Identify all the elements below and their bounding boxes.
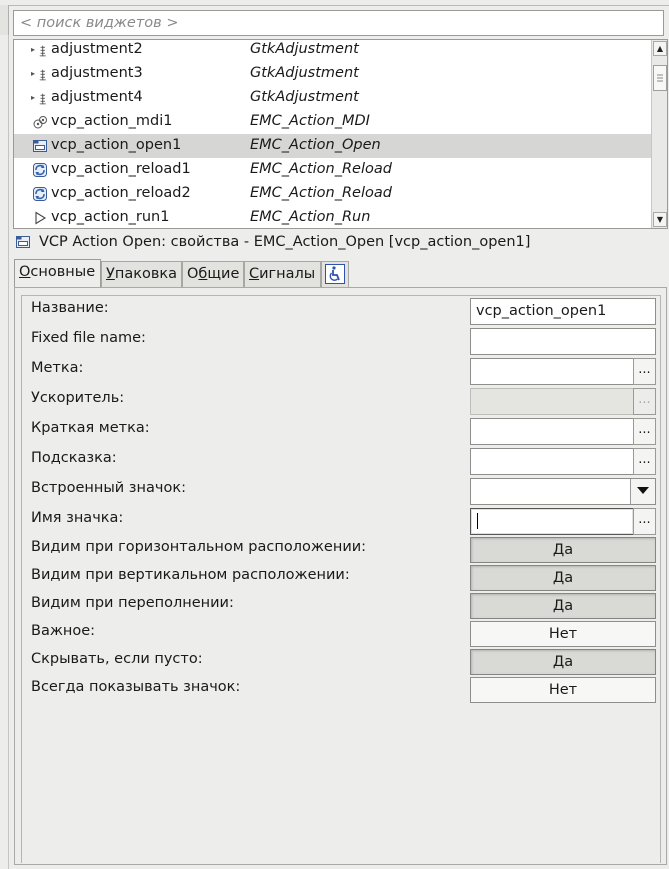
- property-input[interactable]: [470, 358, 634, 385]
- tree-row-type: EMC_Action_Run: [250, 209, 371, 225]
- stock-icon-combo[interactable]: [470, 478, 656, 505]
- property-toggle[interactable]: Да: [470, 565, 656, 591]
- property-input: [470, 388, 634, 415]
- property-input[interactable]: [470, 448, 634, 475]
- property-label: Ускоритель:: [31, 390, 125, 406]
- tree-row-name: adjustment3: [51, 65, 143, 81]
- tree-row-type: EMC_Action_Reload: [250, 185, 392, 201]
- property-label: Встроенный значок:: [31, 480, 186, 496]
- scroll-down-arrow-icon[interactable]: ▼: [653, 212, 667, 227]
- adjustment-icon: [36, 42, 48, 58]
- open-file-icon: [32, 138, 48, 154]
- expander-arrow-icon[interactable]: ▸: [31, 63, 35, 85]
- property-label: Метка:: [31, 360, 84, 376]
- properties-tab[interactable]: Сигналы: [244, 261, 321, 287]
- browse-button[interactable]: ...: [633, 358, 656, 385]
- tree-row-name: vcp_action_reload1: [51, 161, 191, 177]
- tree-row[interactable]: vcp_action_mdi1 EMC_Action_MDI: [14, 110, 652, 134]
- property-label: Видим при переполнении:: [31, 595, 234, 611]
- tab-accessibility[interactable]: [321, 261, 349, 287]
- properties-tab[interactable]: Общие: [182, 261, 244, 287]
- pane-divider[interactable]: [8, 35, 9, 869]
- property-label: Скрывать, если пусто:: [31, 651, 203, 667]
- tree-row[interactable]: vcp_action_reload2 EMC_Action_Reload: [14, 182, 652, 206]
- property-input[interactable]: [470, 328, 656, 355]
- tree-row-name: vcp_action_run1: [51, 209, 170, 225]
- tab-label-suffix: паковка: [114, 266, 178, 282]
- property-label: Имя значка:: [31, 510, 124, 526]
- chevron-down-icon: [637, 487, 649, 494]
- scrollbar-thumb[interactable]: [653, 65, 667, 91]
- expander-arrow-icon[interactable]: ▸: [31, 87, 35, 109]
- tab-mnemonic: О: [19, 264, 31, 280]
- scroll-up-arrow-icon[interactable]: ▲: [653, 41, 667, 56]
- reload-icon: [32, 162, 48, 178]
- tree-row-name: vcp_action_reload2: [51, 185, 191, 201]
- property-input[interactable]: [470, 418, 634, 445]
- tree-row-type: EMC_Action_Reload: [250, 161, 392, 177]
- property-label: Подсказка:: [31, 450, 117, 466]
- tree-row[interactable]: ▸ adjustment4 GtkAdjustment: [14, 86, 652, 110]
- tree-row-type: EMC_Action_MDI: [250, 113, 370, 129]
- expander-arrow-icon[interactable]: ▸: [31, 40, 35, 61]
- reload-icon: [32, 186, 48, 202]
- tree-row-type: EMC_Action_Open: [250, 137, 381, 153]
- widget-tree[interactable]: ▸ adjustment2 GtkAdjustment ▸ adjustment3 Gtk…: [13, 39, 668, 229]
- tab-label-suffix: игналы: [259, 266, 316, 282]
- tree-row-name: vcp_action_mdi1: [51, 113, 173, 129]
- browse-button[interactable]: ...: [633, 508, 656, 535]
- tree-row[interactable]: vcp_action_open1 EMC_Action_Open: [14, 134, 652, 158]
- property-toggle[interactable]: Да: [470, 649, 656, 675]
- tree-row-type: GtkAdjustment: [250, 89, 359, 105]
- tab-mnemonic: С: [249, 266, 260, 282]
- tree-row-name: vcp_action_open1: [51, 137, 182, 153]
- top-border: [0, 0, 669, 6]
- tree-row[interactable]: vcp_action_run1 EMC_Action_Run: [14, 206, 652, 228]
- tree-row-name: adjustment2: [51, 41, 143, 57]
- adjustment-icon: [36, 90, 48, 106]
- property-label: Важное:: [31, 623, 96, 639]
- property-label: Видим при горизонтальном расположении:: [31, 539, 367, 555]
- property-label: Видим при вертикальном расположении:: [31, 567, 350, 583]
- properties-tab[interactable]: Основные: [14, 259, 101, 289]
- mdi-icon: [32, 114, 48, 130]
- browse-button: ...: [633, 388, 656, 415]
- text-cursor: [477, 513, 478, 529]
- tab-label-suffix: сновные: [30, 264, 96, 280]
- properties-title-text: VCP Action Open: свойства - EMC_Action_O…: [39, 234, 531, 250]
- property-toggle[interactable]: Да: [470, 593, 656, 619]
- tree-row[interactable]: ▸ adjustment3 GtkAdjustment: [14, 62, 652, 86]
- widget-search-input[interactable]: < поиск виджетов >: [13, 10, 664, 36]
- properties-tab[interactable]: Упаковка: [101, 261, 182, 287]
- open-file-icon: [16, 236, 30, 248]
- left-panel-edge: [0, 5, 9, 35]
- accessibility-icon: [325, 264, 345, 284]
- run-icon: [32, 210, 48, 226]
- tab-mnemonic: У: [106, 266, 115, 282]
- tree-row-name: adjustment4: [51, 89, 143, 105]
- tree-scrollbar[interactable]: ▲ ▼: [651, 40, 667, 228]
- property-label: Краткая метка:: [31, 420, 150, 436]
- tab-label-suffix: щие: [207, 266, 240, 282]
- property-label: Fixed file name:: [31, 330, 146, 346]
- adjustment-icon: [36, 66, 48, 82]
- browse-button[interactable]: ...: [633, 448, 656, 475]
- property-label: Всегда показывать значок:: [31, 679, 241, 695]
- combo-dropdown-button[interactable]: [630, 479, 655, 504]
- property-toggle[interactable]: Нет: [470, 677, 656, 703]
- browse-button[interactable]: ...: [633, 418, 656, 445]
- tree-row[interactable]: vcp_action_reload1 EMC_Action_Reload: [14, 158, 652, 182]
- property-input[interactable]: [470, 508, 634, 535]
- tree-row-type: GtkAdjustment: [250, 41, 359, 57]
- property-label: Название:: [31, 300, 109, 316]
- property-toggle[interactable]: Нет: [470, 621, 656, 647]
- property-toggle[interactable]: Да: [470, 537, 656, 563]
- property-input[interactable]: vcp_action_open1: [470, 298, 656, 325]
- tree-row-type: GtkAdjustment: [250, 65, 359, 81]
- tab-label-prefix: О: [187, 266, 199, 282]
- tree-row[interactable]: ▸ adjustment2 GtkAdjustment: [14, 40, 652, 62]
